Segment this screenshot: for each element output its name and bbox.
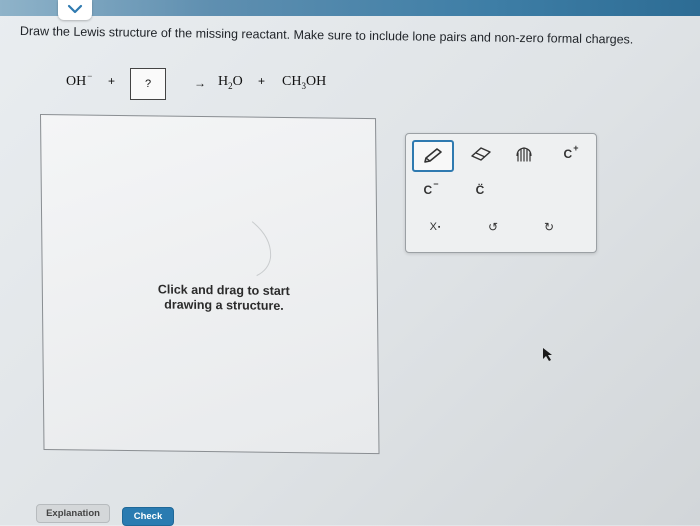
reactant-hydroxide: OH− xyxy=(66,71,93,89)
redo-button[interactable]: ↻ xyxy=(534,216,564,238)
drawing-canvas[interactable]: Click and drag to start drawing a struct… xyxy=(40,114,380,455)
explanation-button[interactable]: Explanation xyxy=(36,504,110,523)
screen-glare xyxy=(251,221,272,277)
missing-reactant-box[interactable]: ? xyxy=(130,68,166,100)
undo-icon: ↺ xyxy=(487,220,499,234)
question-prompt: Draw the Lewis structure of the missing … xyxy=(19,24,634,47)
eraser-icon xyxy=(471,147,491,161)
pencil-icon xyxy=(424,148,442,163)
mouse-cursor-icon xyxy=(543,348,552,361)
lone-pair-tool[interactable]: C̈ xyxy=(461,178,499,202)
pencil-tool[interactable] xyxy=(412,140,454,172)
reaction-arrow: → xyxy=(194,76,206,90)
eraser-tool[interactable] xyxy=(466,142,496,166)
collapse-button[interactable] xyxy=(58,0,92,20)
reaction-equation: OH− + ? → H2O + CH3OH xyxy=(66,68,366,102)
negative-charge-tool[interactable]: C − xyxy=(412,178,450,202)
drawing-toolbar: C + C − C̈ X ▪ ↺ ↻ xyxy=(405,133,597,253)
canvas-hint-line2: drawing a structure. xyxy=(164,297,284,313)
undo-button[interactable]: ↺ xyxy=(478,216,508,238)
clear-button[interactable]: X ▪ xyxy=(420,216,450,238)
hand-icon xyxy=(516,147,532,162)
chevron-down-icon xyxy=(67,4,83,14)
redo-icon: ↻ xyxy=(543,220,555,234)
check-button[interactable]: Check xyxy=(122,507,174,526)
plus-sign: + xyxy=(108,74,116,88)
top-banner xyxy=(0,0,700,16)
clear-icon: X xyxy=(429,221,437,233)
plus-sign-2: + xyxy=(258,74,266,88)
product-water: H2O xyxy=(218,74,243,91)
canvas-hint: Click and drag to start drawing a struct… xyxy=(139,282,309,314)
templates-tool[interactable] xyxy=(509,142,539,166)
product-methanol: CH3OH xyxy=(282,74,327,91)
positive-charge-tool[interactable]: C + xyxy=(556,142,586,166)
